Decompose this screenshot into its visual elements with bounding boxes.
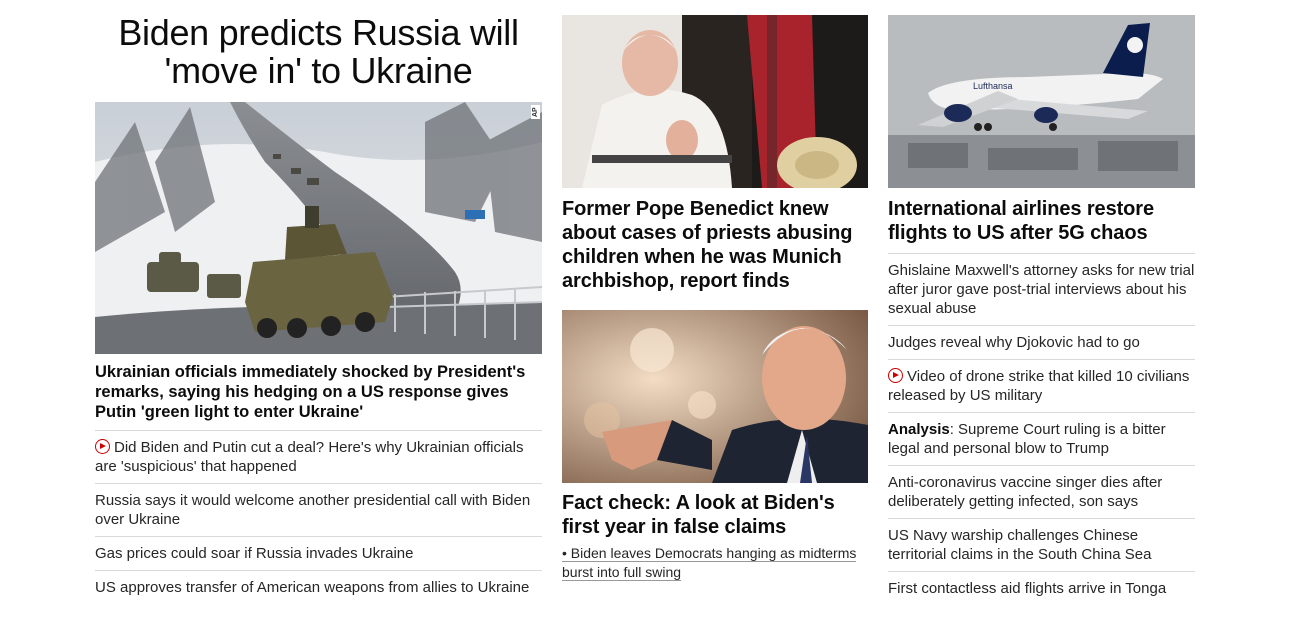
list-item[interactable]: Gas prices could soar if Russia invades … (95, 537, 542, 571)
story-text[interactable]: US Navy warship challenges Chinese terri… (888, 527, 1151, 563)
video-play-icon (95, 439, 110, 454)
pope-benedict-image[interactable] (562, 15, 868, 188)
list-item[interactable]: First contactless aid flights arrive in … (888, 572, 1195, 605)
story-text[interactable]: First contactless aid flights arrive in … (888, 580, 1166, 597)
story-text[interactable]: Video of drone strike that killed 10 civ… (888, 368, 1189, 404)
story-text[interactable]: US approves transfer of American weapons… (95, 579, 529, 596)
right-story-list: Ghislaine Maxwell's attorney asks for ne… (888, 254, 1195, 605)
story-text[interactable]: Anti-coronavirus vaccine singer dies aft… (888, 474, 1162, 510)
airplane-photo: Lufthansa (888, 15, 1195, 188)
story-text[interactable]: Gas prices could soar if Russia invades … (95, 545, 413, 562)
left-story-list: Did Biden and Putin cut a deal? Here's w… (95, 431, 542, 604)
list-item[interactable]: Video of drone strike that killed 10 civ… (888, 360, 1195, 413)
middle-column: Former Pope Benedict knew about cases of… (562, 0, 868, 582)
biden-image[interactable] (562, 310, 868, 483)
video-play-icon (888, 368, 903, 383)
list-item[interactable]: Analysis: Supreme Court ruling is a bitt… (888, 413, 1195, 466)
banner-headline-line-2[interactable]: 'move in' to Ukraine (95, 52, 542, 90)
list-item[interactable]: Judges reveal why Djokovic had to go (888, 326, 1195, 360)
sub-link-text[interactable]: • Biden leaves Democrats hanging as midt… (562, 545, 857, 581)
list-item[interactable]: US approves transfer of American weapons… (95, 571, 542, 604)
analysis-separator: : (949, 421, 959, 438)
convoy-photo (95, 102, 542, 354)
right-column: Lufthansa International airlines restore… (888, 0, 1195, 605)
list-item[interactable]: Anti-coronavirus vaccine singer dies aft… (888, 466, 1195, 519)
list-item[interactable]: Russia says it would welcome another pre… (95, 484, 542, 537)
banner-headline-line-1[interactable]: Biden predicts Russia will (95, 14, 542, 52)
hero-image-military-convoy[interactable]: AP (95, 102, 542, 354)
pope-photo (562, 15, 868, 188)
image-credit: AP (531, 105, 540, 119)
analysis-label: Analysis (888, 421, 950, 438)
airline-headline[interactable]: International airlines restore flights t… (888, 197, 1195, 254)
list-item[interactable]: US Navy warship challenges Chinese terri… (888, 519, 1195, 572)
story-text[interactable]: Did Biden and Putin cut a deal? Here's w… (95, 439, 523, 475)
story-text[interactable]: Judges reveal why Djokovic had to go (888, 334, 1140, 351)
story-text[interactable]: Ghislaine Maxwell's attorney asks for ne… (888, 262, 1194, 317)
airline-image[interactable]: Lufthansa (888, 15, 1195, 188)
biden-photo (562, 310, 868, 483)
list-item[interactable]: Did Biden and Putin cut a deal? Here's w… (95, 431, 542, 484)
fact-check-headline[interactable]: Fact check: A look at Biden's first year… (562, 491, 868, 539)
pope-headline[interactable]: Former Pope Benedict knew about cases of… (562, 197, 868, 293)
banner-headline[interactable]: Biden predicts Russia will 'move in' to … (95, 14, 542, 90)
fact-check-sub-link[interactable]: • Biden leaves Democrats hanging as midt… (562, 544, 868, 582)
list-item[interactable]: Ghislaine Maxwell's attorney asks for ne… (888, 254, 1195, 326)
lead-story-headline[interactable]: Ukrainian officials immediately shocked … (95, 362, 542, 431)
plane-livery-text: Lufthansa (973, 81, 1013, 91)
story-text[interactable]: Russia says it would welcome another pre… (95, 492, 530, 528)
left-column: Biden predicts Russia will 'move in' to … (95, 0, 542, 604)
